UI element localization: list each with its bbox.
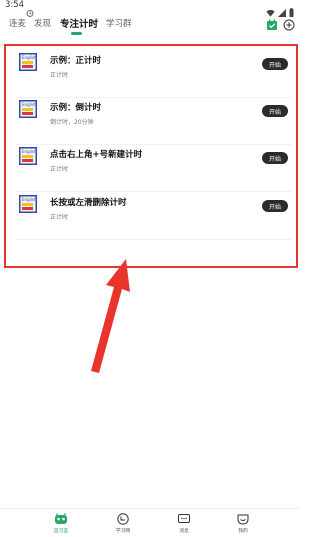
tab-study-group[interactable]: 学习群 [106,17,132,29]
active-tab-indicator [71,32,82,35]
study-room-icon [55,513,67,524]
message-icon [178,514,190,523]
nav-study-net[interactable]: 学习网 [103,513,143,534]
top-tabs: 连麦 发现 专注计时 学习群 [0,13,300,39]
study-net-icon [117,513,129,525]
add-circle-icon[interactable] [283,16,295,35]
status-bar: 3:54 [0,0,300,17]
nav-study-room[interactable]: 自习室 [41,513,81,534]
bottom-nav: 自习室 学习网 消息 我的 [0,508,300,537]
nav-label: 我的 [238,529,248,534]
pointer-arrow-icon [91,259,130,373]
nav-messages[interactable]: 消息 [164,513,204,534]
nav-label: 学习网 [115,529,131,534]
profile-icon [237,514,249,525]
tab-lianmai[interactable]: 连麦 [9,17,26,29]
nav-label: 自习室 [53,529,69,534]
nav-profile[interactable]: 我的 [223,513,263,534]
highlight-box [4,44,298,268]
nav-label: 消息 [179,529,189,534]
calendar-check-icon[interactable] [266,16,278,35]
tab-discover[interactable]: 发现 [34,17,51,29]
tab-focus-timer[interactable]: 专注计时 [60,16,98,30]
status-time: 3:54 [5,0,25,10]
